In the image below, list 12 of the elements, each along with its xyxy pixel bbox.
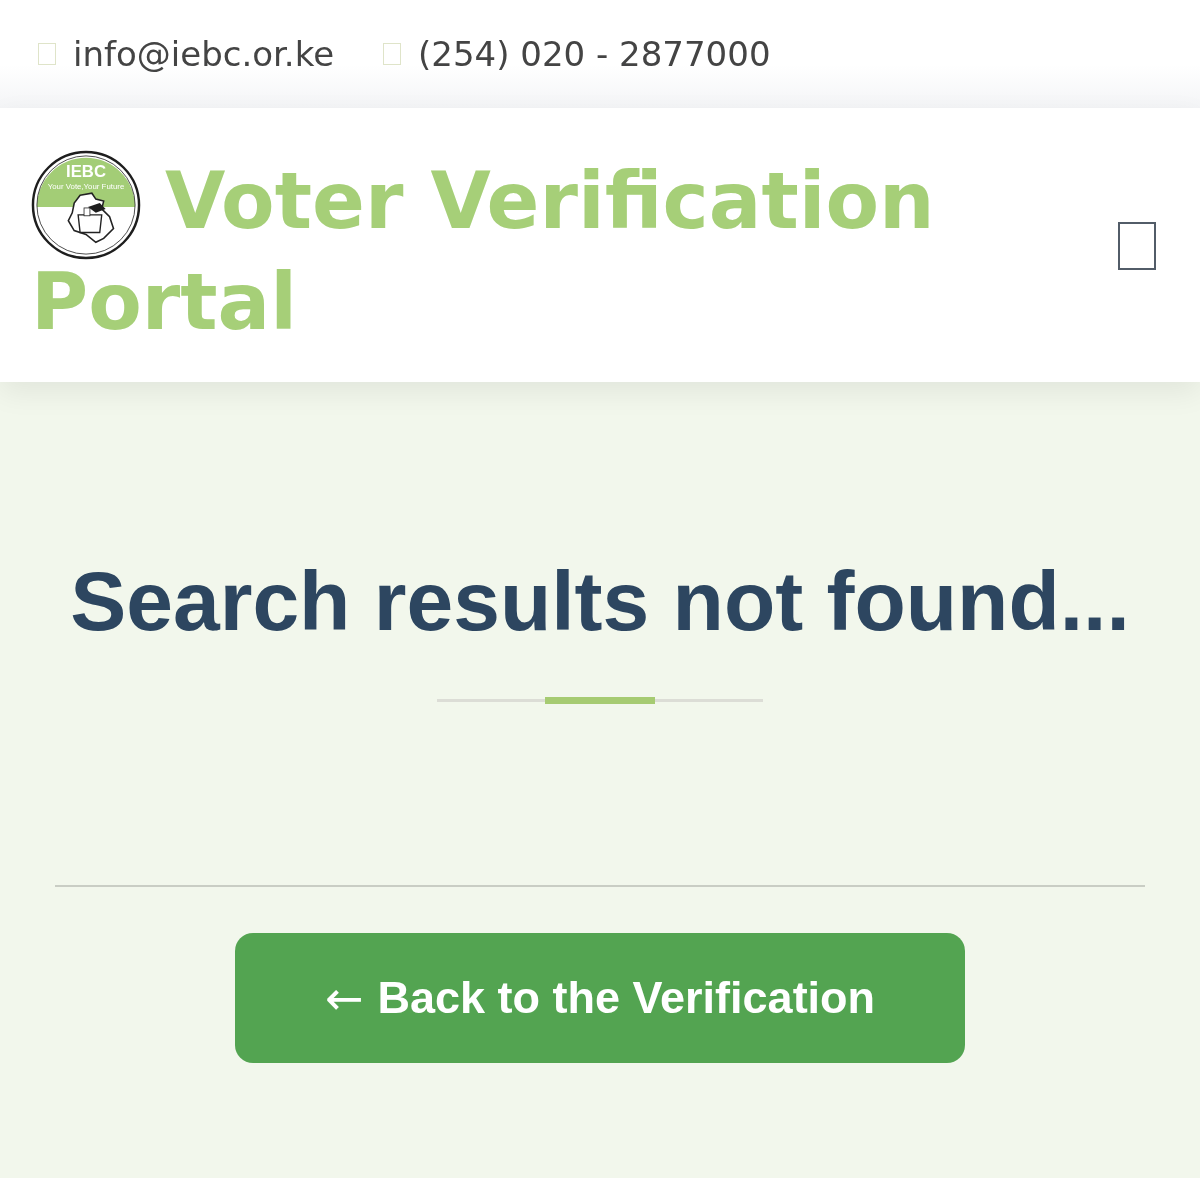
missing-glyph-icon <box>383 43 402 65</box>
logo-text: IEBC <box>66 161 106 181</box>
site-title: Voter Verification <box>165 155 935 248</box>
missing-glyph-icon[interactable] <box>1118 222 1156 270</box>
logo-tagline: Your Vote,Your Future <box>47 182 125 192</box>
contact-link[interactable]: (254) 020 - 2877000 <box>418 33 771 75</box>
arrow-left-icon: ← <box>324 975 364 1021</box>
contact-link[interactable]: info@iebc.or.ke <box>73 33 335 75</box>
site-title: Portal <box>31 262 297 342</box>
map-drawing <box>67 192 115 244</box>
missing-glyph-icon <box>38 43 56 65</box>
page-heading: Search results not found... <box>70 553 1130 650</box>
